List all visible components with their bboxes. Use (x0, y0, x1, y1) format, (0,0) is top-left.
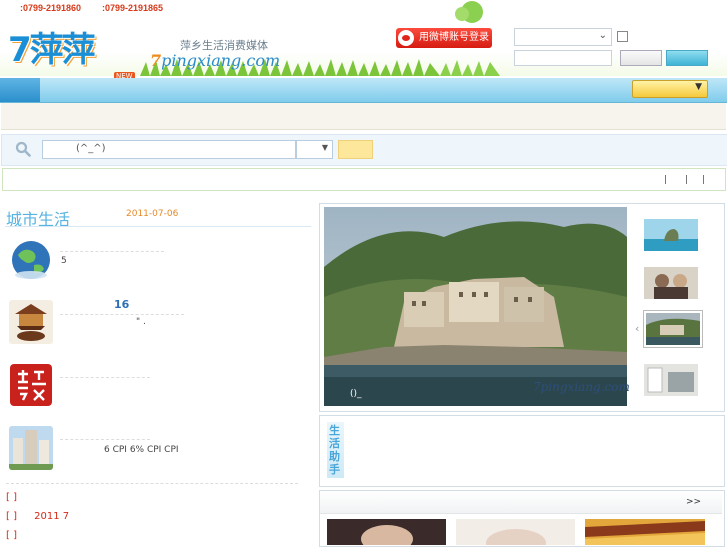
login-button[interactable] (620, 50, 662, 66)
site-url: 7pingxiang.com (150, 51, 280, 70)
city-select[interactable]: ▼ (632, 80, 708, 98)
earth-icon[interactable] (10, 239, 52, 281)
list-item-number: 16 (114, 298, 130, 311)
life-helper-panel (319, 415, 725, 487)
watermark: 7pingxiang.com (533, 380, 630, 394)
search-placeholder: (^_^) (76, 143, 106, 154)
more-link[interactable]: >> (686, 497, 701, 507)
chevron-down-icon: ▼ (695, 82, 702, 92)
phone-number: :0799-2191860 (20, 3, 82, 13)
logo-text: 7萍萍 (8, 30, 96, 70)
section-date: 2011-07-06 (126, 209, 179, 219)
phone-number: :0799-2191865 (102, 3, 164, 13)
site-logo[interactable]: 7萍萍 NEW (4, 18, 144, 80)
tree-decoration-icon (455, 1, 483, 23)
search-icon (15, 141, 31, 157)
bracket-tag: [ ] (6, 511, 17, 522)
helper-label: 生活助手 (329, 424, 340, 476)
monastery-thumbnail-icon (646, 313, 700, 345)
divider (60, 439, 150, 440)
divider (6, 483, 298, 484)
slide-thumbnail[interactable] (643, 363, 699, 397)
list-item[interactable]: [ ] (6, 492, 17, 503)
divider (703, 175, 704, 184)
chevron-left-icon[interactable]: ‹ (635, 322, 639, 335)
featured-thumbnail[interactable] (327, 519, 446, 545)
weibo-login-button[interactable]: 用微博账号登录 (396, 28, 492, 48)
remember-me-checkbox[interactable] (617, 31, 628, 42)
list-item-text[interactable]: 6 CPI 6% CPI CPI (104, 445, 179, 455)
slide-thumbnail[interactable] (643, 218, 699, 252)
divider (60, 251, 164, 252)
buildings-icon[interactable] (9, 426, 53, 470)
sub-nav (1, 103, 726, 130)
divider (5, 226, 311, 227)
grass-decoration-icon (440, 60, 500, 76)
search-input[interactable]: (^_^) (42, 140, 296, 159)
search-button[interactable] (338, 140, 373, 159)
slide-caption: ()_ (350, 389, 362, 399)
top-contact-bar: :0799-2191860 :0799-2191865 (0, 0, 727, 16)
list-item[interactable]: [ ] (6, 530, 17, 541)
teahouse-icon[interactable] (9, 300, 53, 344)
divider (60, 377, 150, 378)
list-item-text[interactable]: 5 (61, 256, 67, 266)
weibo-login-label: 用微博账号登录 (419, 32, 489, 43)
url-main: pingxiang.com (161, 51, 281, 70)
weibo-icon (398, 30, 414, 46)
main-nav (0, 78, 727, 103)
shepin-seal-icon[interactable] (10, 364, 52, 406)
bracket-tag: [ ] (6, 492, 17, 503)
list-item-text[interactable]: " . (136, 317, 146, 327)
list-item[interactable]: [ ] 2011 7 (6, 511, 69, 522)
slide-image[interactable] (324, 207, 627, 406)
featured-thumbnail[interactable] (585, 519, 705, 545)
divider (665, 175, 666, 184)
slide-thumbnail-active[interactable] (643, 310, 703, 348)
chevron-down-icon: ⌄ (598, 30, 607, 41)
news-ticker (2, 168, 726, 191)
search-scope-select[interactable]: ▼ (296, 140, 333, 159)
url-prefix: 7 (150, 51, 162, 70)
list-item-text: 2011 7 (34, 511, 70, 522)
featured-thumbnail[interactable] (456, 519, 575, 545)
panel-header (320, 491, 722, 514)
bracket-tag: [ ] (6, 530, 17, 541)
divider (686, 175, 687, 184)
divider (60, 314, 184, 315)
chevron-down-icon: ▼ (321, 143, 328, 152)
nav-item-home[interactable] (0, 78, 40, 102)
password-field[interactable] (514, 50, 612, 66)
register-button[interactable] (666, 50, 708, 66)
login-type-select[interactable]: ⌄ (514, 28, 612, 46)
slide-thumbnail[interactable] (643, 266, 699, 300)
